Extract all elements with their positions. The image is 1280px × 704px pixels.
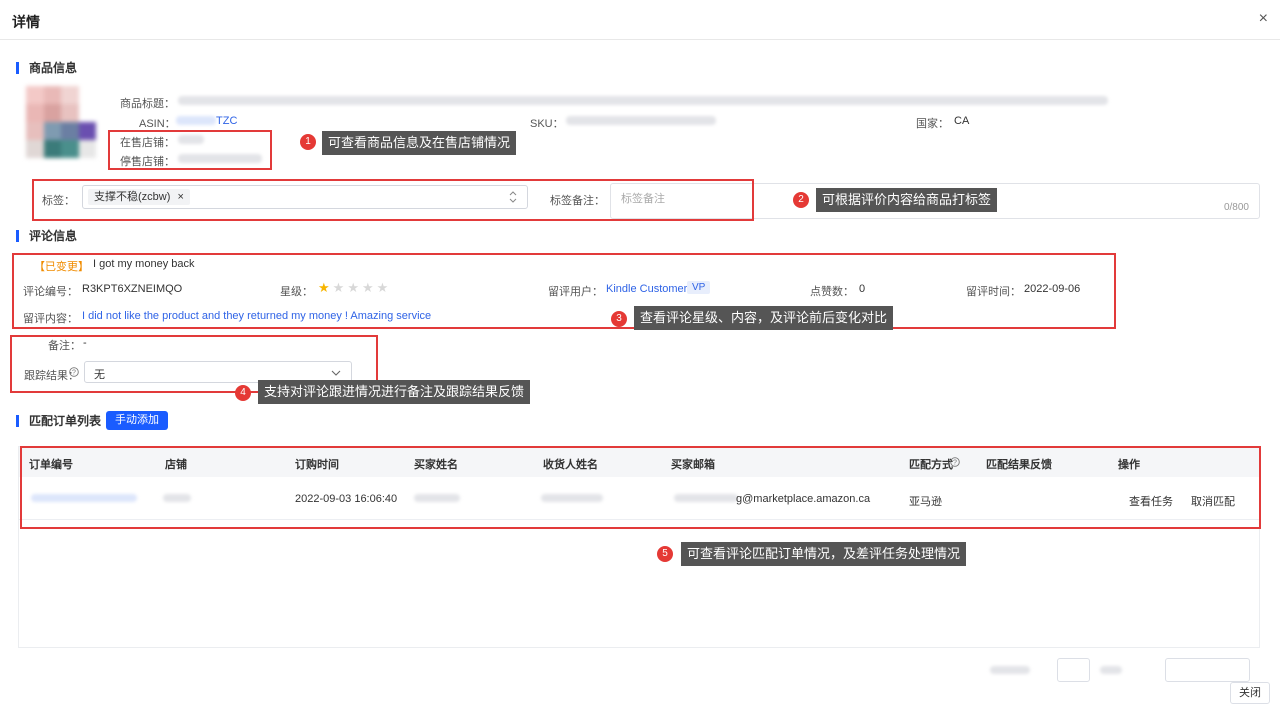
pagination-page-input[interactable] [1057, 658, 1090, 682]
callout-text-2: 可根据评价内容给商品打标签 [816, 188, 998, 212]
section-title-review: 评论信息 [16, 230, 77, 242]
pagination-total [990, 666, 1030, 674]
dialog-title: 详情 [12, 14, 40, 30]
product-title-label: 商品标题： [120, 98, 175, 110]
sku-value [566, 116, 716, 125]
product-title-value [178, 96, 1108, 105]
asin-link[interactable]: TZC [216, 115, 237, 127]
section-title-orders: 匹配订单列表 [16, 415, 101, 427]
sku-label: SKU： [530, 118, 564, 130]
pagination-label [1100, 666, 1122, 674]
callout-number-2: 2 [793, 192, 809, 208]
close-icon[interactable]: × [1259, 10, 1268, 28]
callout-text-3: 查看评论星级、内容，及评论前后变化对比 [634, 306, 894, 330]
callout-text-4: 支持对评论跟进情况进行备注及跟踪结果反馈 [258, 380, 531, 404]
annotation-box-5 [20, 446, 1261, 529]
asin-label: ASIN： [139, 118, 176, 130]
annotation-box-1 [108, 130, 272, 170]
annotation-box-3 [12, 253, 1116, 329]
callout-number-1: 1 [300, 134, 316, 150]
callout-text-5: 可查看评论匹配订单情况，及差评任务处理情况 [681, 542, 967, 566]
tag-note-counter: 0/800 [1223, 202, 1249, 213]
close-button[interactable]: 关闭 [1230, 682, 1270, 704]
section-title-product: 商品信息 [16, 62, 77, 74]
country-value: CA [954, 115, 970, 127]
callout-number-3: 3 [611, 311, 627, 327]
country-label: 国家： [916, 118, 949, 130]
header-divider [0, 39, 1280, 40]
callout-text-1: 可查看商品信息及在售店铺情况 [322, 131, 517, 155]
callout-number-5: 5 [657, 546, 673, 562]
callout-number-4: 4 [235, 385, 251, 401]
annotation-box-2 [32, 179, 754, 221]
page-size-select[interactable] [1165, 658, 1250, 682]
manual-add-button[interactable]: 手动添加 [106, 411, 168, 430]
product-thumbnail [26, 86, 96, 158]
